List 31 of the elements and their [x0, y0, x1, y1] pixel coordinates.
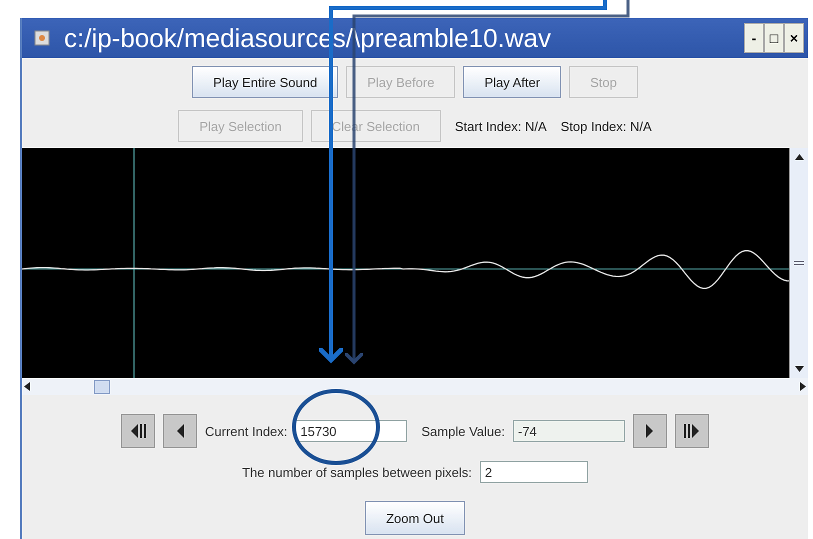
current-index-field[interactable]: 15730	[295, 420, 408, 442]
horizontal-scrollbar[interactable]	[22, 378, 808, 395]
maximize-button[interactable]: □	[764, 23, 784, 53]
next-sample-button[interactable]	[632, 414, 667, 448]
samples-between-pixels-field[interactable]: 2	[480, 461, 588, 483]
scroll-up-icon[interactable]	[794, 154, 804, 160]
scroll-down-icon[interactable]	[794, 366, 804, 372]
skip-end-icon	[682, 421, 702, 441]
play-button[interactable]: Play Entire Sound	[192, 66, 338, 98]
samples-between-pixels-label: The number of samples between pixels:	[242, 464, 472, 480]
last-sample-button[interactable]	[674, 414, 709, 448]
window-title: c:/ip-book/mediasources/\preamble10.wav	[64, 22, 552, 54]
current-index-label: Current Index:	[205, 424, 288, 438]
app-icon	[34, 30, 50, 46]
sample-value-field[interactable]: -74	[512, 420, 625, 442]
scroll-left-icon[interactable]	[24, 382, 30, 391]
scroll-thumb[interactable]	[94, 380, 110, 394]
triangle-left-icon	[176, 424, 184, 438]
zoom-out-button[interactable]: Zoom Out	[365, 501, 465, 535]
vertical-scrollbar[interactable]	[789, 148, 808, 378]
previous-sample-button[interactable]	[163, 414, 198, 448]
scroll-right-icon[interactable]	[800, 382, 806, 391]
play-button[interactable]: Play After	[463, 66, 562, 98]
index-info: Stop Index: N/A	[560, 118, 652, 134]
triangle-right-icon	[646, 424, 654, 438]
close-button[interactable]: ×	[784, 23, 804, 53]
minimize-button[interactable]: -	[744, 23, 764, 53]
sample-value-label: Sample Value:	[421, 424, 505, 438]
scroll-grip-icon	[794, 261, 804, 265]
index-info: Start Index: N/A	[454, 118, 547, 134]
first-sample-button[interactable]	[121, 414, 156, 448]
